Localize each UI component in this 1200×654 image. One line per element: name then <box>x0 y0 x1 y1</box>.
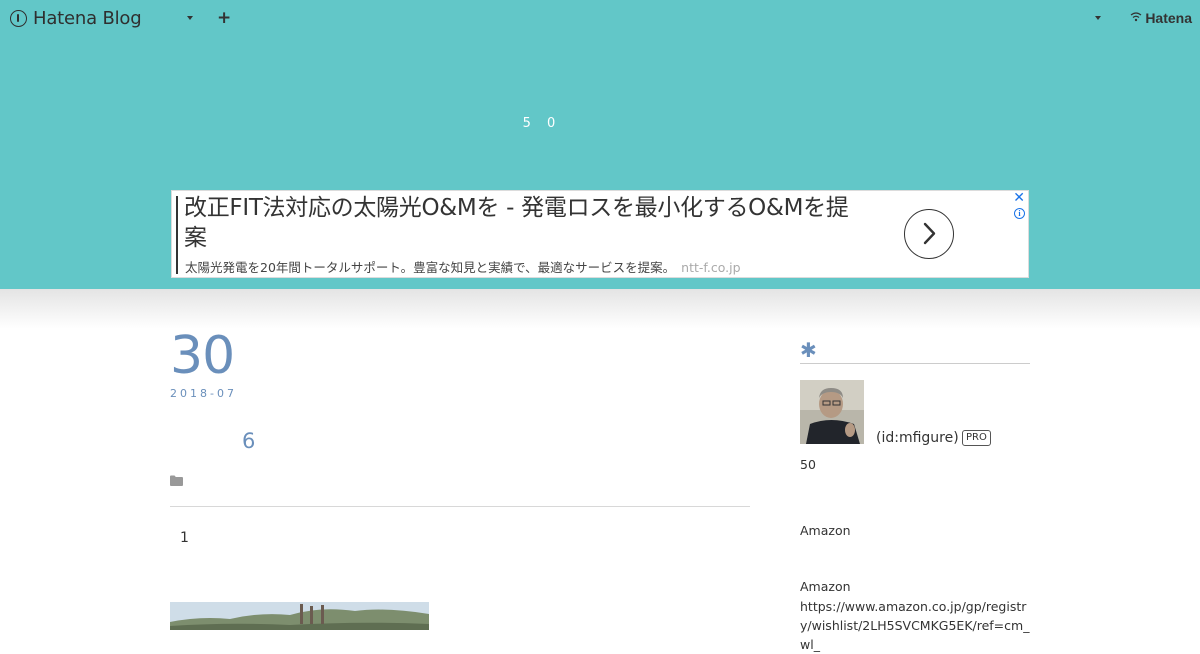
sidebar-text-1: 50 <box>800 457 816 472</box>
entry-date-year-month[interactable]: 2018-07 <box>170 387 237 400</box>
ad-domain: ntt-f.co.jp <box>681 260 741 275</box>
ad-description-text: 太陽光発電を20年間トータルサポート。豊富な知見と実績で、最適なサービスを提案。 <box>185 260 676 275</box>
entry-body-text: 1 <box>180 530 189 546</box>
sidebar-heading-mark: ✱ <box>800 338 817 362</box>
chevron-right-icon <box>923 222 936 245</box>
advertisement[interactable]: 改正FIT法対応の太陽光O&Mを - 発電ロスを最小化するO&Mを提案 太陽光発… <box>171 190 1029 278</box>
sidebar-user-id[interactable]: (id:mfigure) <box>876 430 959 446</box>
sidebar-divider <box>800 363 1030 364</box>
entry-divider <box>170 506 750 507</box>
global-header-bar: Hatena Blog + Hatena <box>0 0 1200 36</box>
blog-title[interactable]: 5 0 <box>0 116 1084 131</box>
add-button[interactable]: + <box>217 8 231 28</box>
ad-info-icon[interactable]: i <box>1014 208 1025 219</box>
avatar[interactable] <box>800 380 864 444</box>
sidebar-wishlist-link[interactable]: https://www.amazon.co.jp/gp/registry/wis… <box>800 597 1032 654</box>
sidebar-text-2: Amazon <box>800 523 851 538</box>
sidebar-text-3: Amazon <box>800 579 851 594</box>
ad-accent-bar <box>176 196 178 274</box>
pro-badge[interactable]: PRO <box>962 430 991 446</box>
ad-headline[interactable]: 改正FIT法対応の太陽光O&Mを - 発電ロスを最小化するO&Mを提案 <box>184 193 864 253</box>
entry-title[interactable]: 6 <box>242 429 255 453</box>
ad-close-icon[interactable]: ✕ <box>1013 191 1025 205</box>
entry-date-day[interactable]: 30 <box>170 326 235 386</box>
hatena-wifi-icon <box>1130 11 1142 25</box>
logo-text: Hatena Blog <box>33 7 142 29</box>
blog-header: Hatena Blog + Hatena 5 0 改正FIT法対応の太陽光O&M… <box>0 0 1200 289</box>
entry-photo[interactable] <box>170 602 429 630</box>
user-menu-chevron-down-icon[interactable] <box>1095 16 1101 20</box>
ad-open-button[interactable] <box>904 209 954 259</box>
hatena-blog-logo-icon <box>10 9 27 27</box>
hatena-brand-link[interactable]: Hatena <box>1130 10 1192 26</box>
folder-icon <box>170 471 183 490</box>
hatena-brand-text: Hatena <box>1145 10 1192 26</box>
chevron-down-icon[interactable] <box>187 16 193 20</box>
ad-description[interactable]: 太陽光発電を20年間トータルサポート。豊富な知見と実績で、最適なサービスを提案。… <box>185 257 741 276</box>
hatena-blog-logo[interactable]: Hatena Blog <box>10 6 142 30</box>
header-shadow <box>0 289 1200 329</box>
